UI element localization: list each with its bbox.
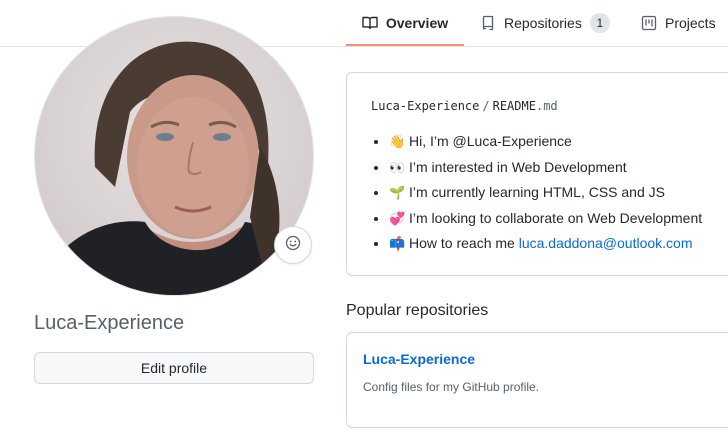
list-item-text: I’m interested in Web Development: [409, 158, 627, 175]
set-status-button[interactable]: [274, 226, 312, 264]
smiley-icon: [285, 235, 301, 256]
list-item: 🌱I’m currently learning HTML, CSS and JS: [389, 180, 702, 206]
tab-overview-label: Overview: [385, 15, 449, 31]
readme-owner-link[interactable]: Luca-Experience: [371, 99, 479, 113]
repo-icon: [480, 15, 496, 31]
tab-repositories[interactable]: Repositories 1: [480, 0, 610, 46]
list-item-text: How to reach me: [409, 235, 519, 251]
eyes-emoji: 👀: [389, 159, 406, 175]
book-icon: [362, 15, 378, 31]
hearts-emoji: 💞: [389, 210, 406, 226]
list-item-text: Hi, I’m @Luca-Experience: [409, 133, 572, 149]
repo-card: Luca-Experience Config files for my GitH…: [346, 332, 728, 428]
avatar[interactable]: [34, 16, 314, 296]
selected-tab-indicator: [346, 44, 464, 46]
mailbox-emoji: 📫: [389, 236, 406, 251]
list-item: 👀I’m interested in Web Development: [389, 155, 702, 181]
tab-projects[interactable]: Projects: [641, 0, 716, 46]
readme-file-name[interactable]: README: [493, 99, 536, 113]
tab-repositories-label: Repositories: [504, 15, 582, 31]
profile-page: Overview Repositories 1 Projects Luca-Ex…: [0, 0, 728, 437]
readme-file-ext: .md: [535, 99, 558, 113]
tab-overview[interactable]: Overview: [346, 0, 464, 46]
readme-card: Luca-Experience/README.md 👋Hi, I’m @Luca…: [346, 72, 728, 276]
list-item: 📫How to reach me luca.daddona@outlook.co…: [389, 231, 702, 257]
readme-path: Luca-Experience / README.md: [371, 99, 558, 113]
waving-hand-emoji: 👋: [389, 134, 406, 149]
list-item: 👋Hi, I’m @Luca-Experience: [389, 129, 702, 155]
list-item-text: I’m looking to collaborate on Web Develo…: [409, 209, 703, 226]
popular-repositories-heading: Popular repositories: [346, 302, 489, 319]
repositories-count-badge: 1: [589, 13, 610, 33]
repo-name-link[interactable]: Luca-Experience: [363, 351, 475, 367]
repo-description: Config files for my GitHub profile.: [363, 380, 540, 394]
readme-path-separator: /: [482, 99, 490, 113]
profile-username: Luca-Experience: [34, 312, 185, 334]
list-item: 💞I’m looking to collaborate on Web Devel…: [389, 206, 702, 232]
readme-list: 👋Hi, I’m @Luca-Experience 👀I’m intereste…: [371, 129, 702, 257]
tab-projects-label: Projects: [665, 15, 716, 31]
list-item-text: I’m currently learning HTML, CSS and JS: [409, 184, 665, 200]
email-link[interactable]: luca.daddona@outlook.com: [519, 235, 693, 251]
seedling-emoji: 🌱: [389, 185, 406, 200]
edit-profile-button[interactable]: Edit profile: [34, 352, 314, 384]
project-icon: [641, 15, 657, 31]
